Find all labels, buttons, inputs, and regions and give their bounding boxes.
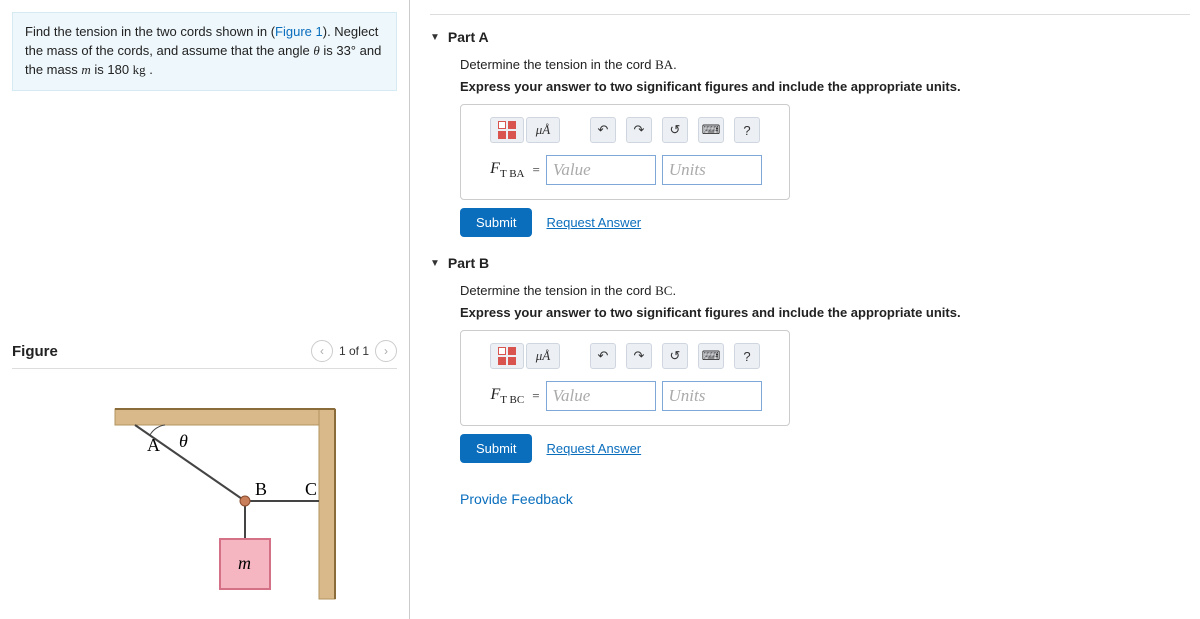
undo-button[interactable]: ↶ bbox=[590, 117, 616, 143]
reset-button[interactable]: ↺ bbox=[662, 343, 688, 369]
mass-unit: kg bbox=[133, 62, 146, 77]
mass-var: m bbox=[81, 62, 90, 77]
part-a-instruction: Express your answer to two significant f… bbox=[460, 79, 1190, 94]
special-char-button[interactable]: μÅ bbox=[526, 117, 560, 143]
part-a: ▼ Part A Determine the tension in the co… bbox=[430, 29, 1190, 237]
part-b-title: Part B bbox=[448, 255, 489, 271]
figure-heading: Figure bbox=[12, 343, 58, 360]
provide-feedback-link[interactable]: Provide Feedback bbox=[430, 491, 573, 507]
keyboard-button[interactable]: ⌨ bbox=[698, 117, 724, 143]
part-b-toggle[interactable]: ▼ bbox=[430, 258, 440, 269]
part-a-title: Part A bbox=[448, 29, 489, 45]
figure-next-button[interactable]: › bbox=[375, 340, 397, 362]
part-a-submit-button[interactable]: Submit bbox=[460, 208, 532, 237]
part-b-answer-panel: μÅ ↶ ↷ ↺ ⌨ ? FT BC = bbox=[460, 330, 790, 426]
part-a-request-answer[interactable]: Request Answer bbox=[546, 215, 641, 230]
label-B: B bbox=[255, 479, 267, 499]
part-b-request-answer[interactable]: Request Answer bbox=[546, 441, 641, 456]
label-m: m bbox=[238, 553, 251, 573]
cord-name-bc: BC bbox=[655, 283, 672, 298]
part-a-question: Determine the tension in the cord BA. bbox=[460, 57, 1190, 73]
figure-prev-button[interactable]: ‹ bbox=[311, 340, 333, 362]
figure-diagram: A θ B C m bbox=[55, 389, 355, 609]
part-b-instruction: Express your answer to two significant f… bbox=[460, 305, 1190, 320]
part-b-submit-button[interactable]: Submit bbox=[460, 434, 532, 463]
mass-value: is 180 bbox=[91, 62, 133, 77]
part-b: ▼ Part B Determine the tension in the co… bbox=[430, 255, 1190, 463]
part-a-var-label: FT BA bbox=[488, 160, 526, 180]
template-button[interactable] bbox=[490, 117, 524, 143]
part-a-answer-panel: μÅ ↶ ↷ ↺ ⌨ ? FT BA = bbox=[460, 104, 790, 200]
label-C: C bbox=[305, 479, 317, 499]
redo-button[interactable]: ↷ bbox=[626, 343, 652, 369]
part-b-question: Determine the tension in the cord BC. bbox=[460, 283, 1190, 299]
template-button[interactable] bbox=[490, 343, 524, 369]
redo-button[interactable]: ↷ bbox=[626, 117, 652, 143]
equals-sign: = bbox=[532, 388, 539, 404]
undo-button[interactable]: ↶ bbox=[590, 343, 616, 369]
prompt-text-1: Find the tension in the two cords shown … bbox=[25, 24, 275, 39]
reset-button[interactable]: ↺ bbox=[662, 117, 688, 143]
label-A: A bbox=[147, 435, 160, 455]
part-b-var-label: FT BC bbox=[488, 386, 526, 406]
keyboard-button[interactable]: ⌨ bbox=[698, 343, 724, 369]
part-b-value-input[interactable] bbox=[546, 381, 656, 411]
figure-pager-label: 1 of 1 bbox=[339, 344, 369, 358]
equals-sign: = bbox=[533, 162, 540, 178]
label-theta: θ bbox=[179, 431, 188, 451]
cord-name-ba: BA bbox=[655, 57, 673, 72]
help-button[interactable]: ? bbox=[734, 343, 760, 369]
figure-pager: ‹ 1 of 1 › bbox=[311, 340, 397, 362]
angle-value: is 33° bbox=[320, 43, 360, 58]
part-b-units-input[interactable] bbox=[662, 381, 762, 411]
help-button[interactable]: ? bbox=[734, 117, 760, 143]
part-a-units-input[interactable] bbox=[662, 155, 762, 185]
special-char-button[interactable]: μÅ bbox=[526, 343, 560, 369]
top-divider bbox=[430, 14, 1190, 15]
figure-link[interactable]: Figure 1 bbox=[275, 24, 323, 39]
prompt-end: . bbox=[146, 62, 153, 77]
part-a-value-input[interactable] bbox=[546, 155, 656, 185]
part-a-toggle[interactable]: ▼ bbox=[430, 32, 440, 43]
problem-statement: Find the tension in the two cords shown … bbox=[12, 12, 397, 91]
